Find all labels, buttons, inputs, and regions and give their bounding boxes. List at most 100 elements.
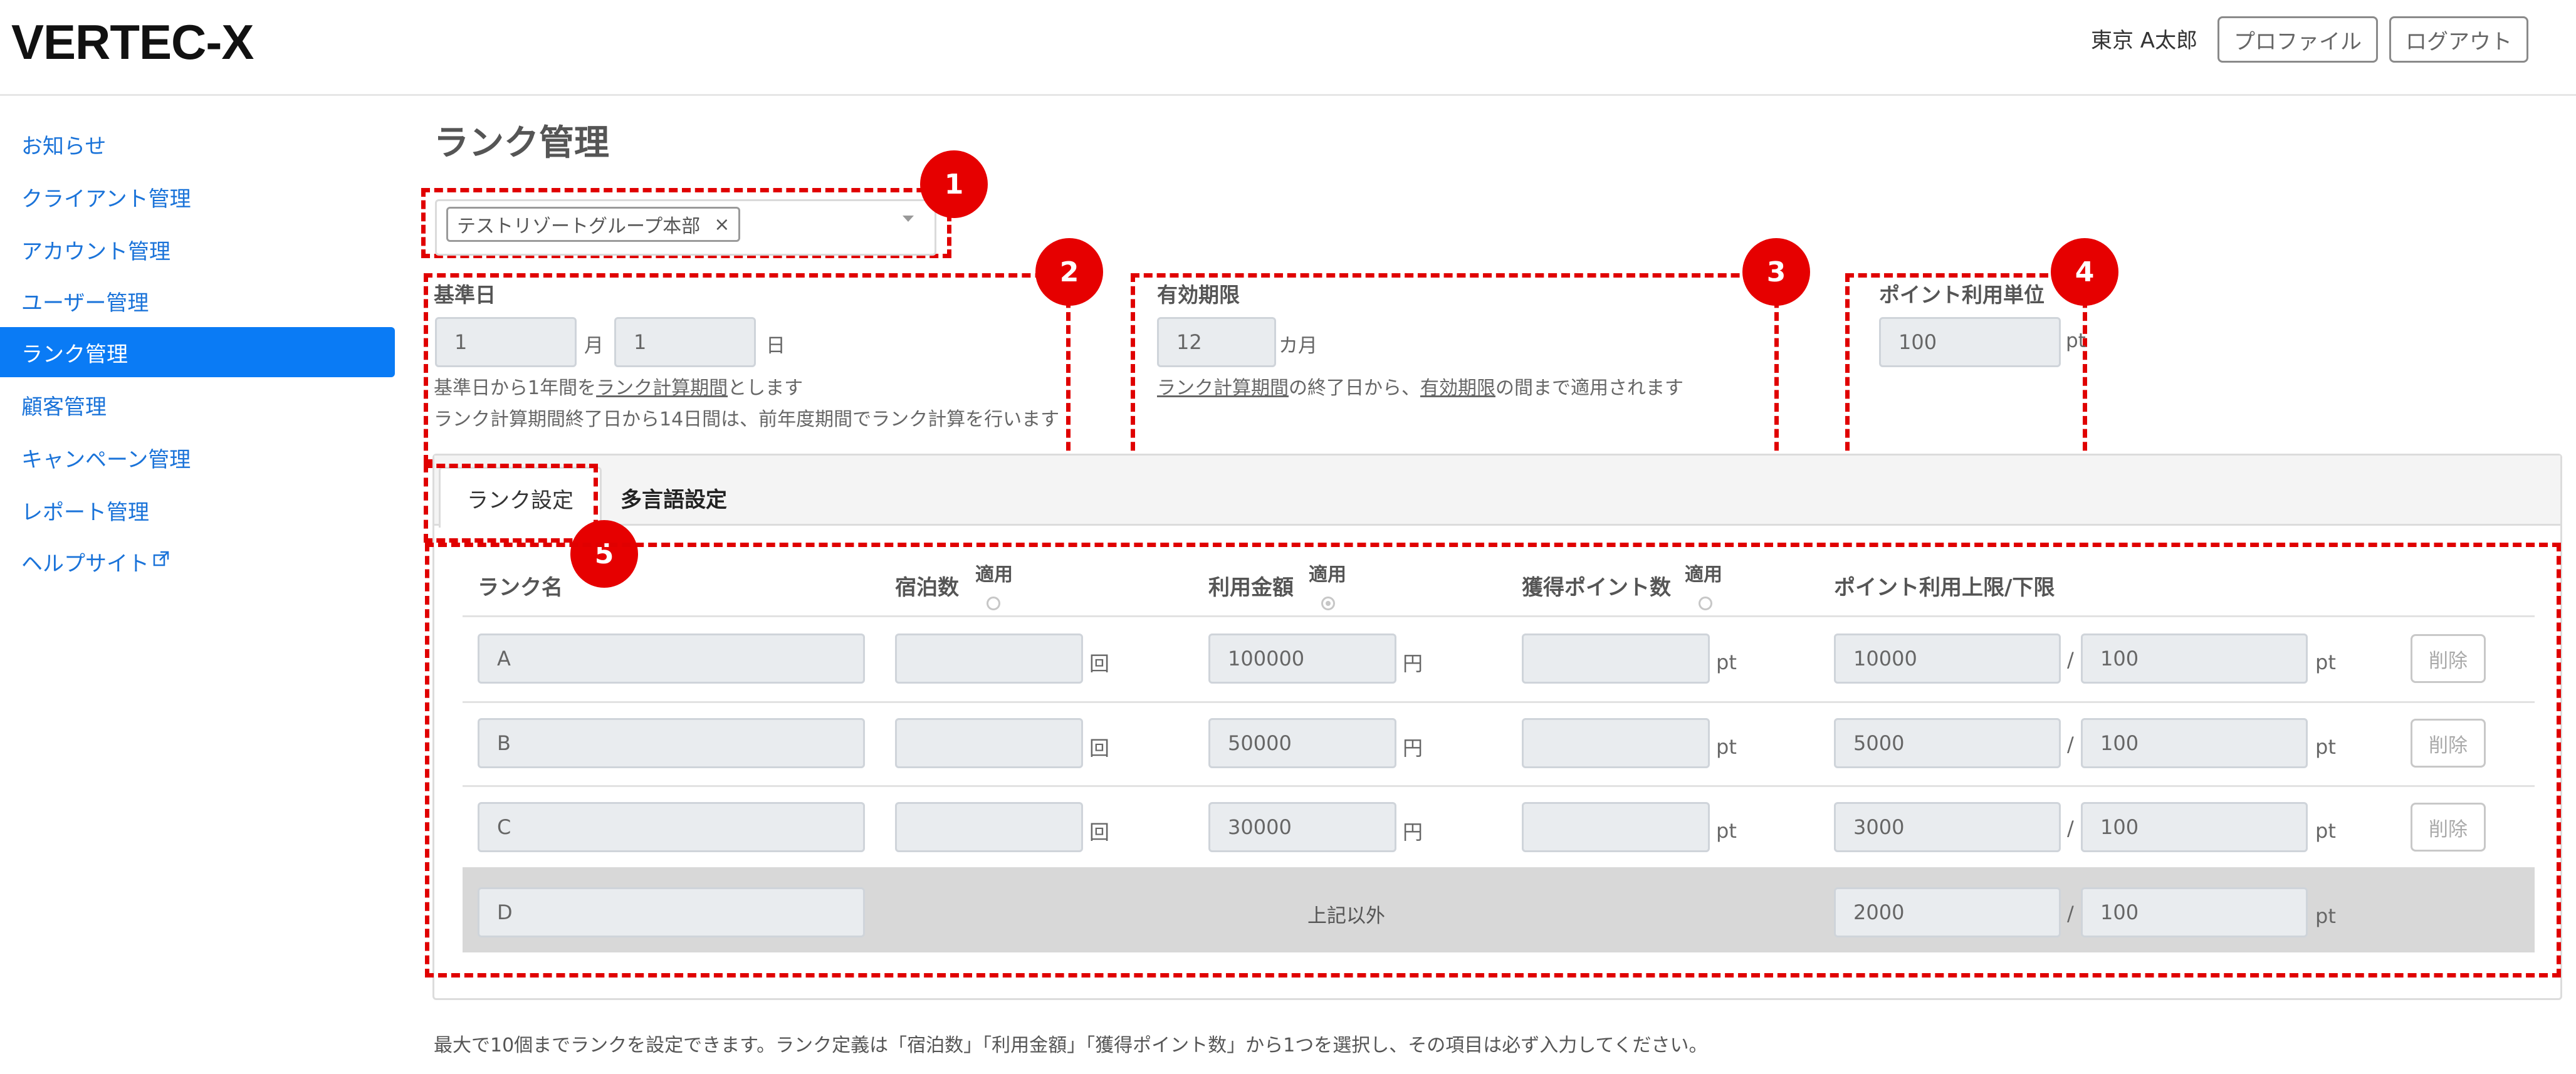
limit-separator: / [2067, 902, 2074, 925]
sidebar-item-label: ランク管理 [21, 341, 128, 367]
base-day-unit: 日 [766, 335, 785, 357]
limit-unit: pt [2315, 904, 2336, 928]
amount-input[interactable]: 30000 [1208, 802, 1396, 852]
sidebar-item-label: お知らせ [21, 133, 107, 159]
tab-strip [434, 456, 2560, 526]
delete-row-button[interactable]: 削除 [2411, 634, 2486, 683]
amount-unit: 円 [1403, 652, 1423, 675]
user-name: 東京 A太郎 [2091, 28, 2198, 53]
limit-upper-input[interactable]: 2000 [1834, 887, 2061, 937]
note-text: の間まで適用されます [1495, 377, 1683, 399]
annotation-badge-4: 4 [2051, 238, 2118, 306]
limit-lower-input[interactable]: 100 [2081, 802, 2308, 852]
point-unit-suffix: pt [2066, 330, 2086, 352]
selected-group-label: テストリゾートグループ本部 [457, 216, 701, 237]
sidebar-item-label: ヘルプサイト [21, 551, 149, 576]
chevron-down-icon[interactable] [903, 216, 914, 222]
header-divider [463, 615, 2535, 617]
limit-lower-input[interactable]: 100 [2081, 633, 2308, 684]
limit-upper-input[interactable]: 5000 [1834, 718, 2061, 768]
sidebar-item-account[interactable]: アカウント管理 [0, 224, 395, 274]
sidebar-item-label: アカウント管理 [21, 239, 170, 264]
base-date-label: 基準日 [434, 283, 496, 307]
sidebar-item-help[interactable]: ヘルプサイト [0, 536, 395, 587]
expiry-link[interactable]: 有効期限 [1420, 377, 1495, 399]
limit-upper-input[interactable]: 10000 [1834, 633, 2061, 684]
base-date-note-2: ランク計算期間終了日から14日間は、前年度期間でランク計算を行います [434, 409, 1060, 430]
apply-stays-label: 適用 [975, 564, 1013, 586]
limit-lower-input[interactable]: 100 [2081, 887, 2308, 937]
delete-row-button[interactable]: 削除 [2411, 803, 2486, 852]
sidebar-item-customer[interactable]: 顧客管理 [0, 380, 395, 430]
row-divider [463, 701, 2535, 703]
apply-stays-radio[interactable] [987, 597, 1000, 610]
rank-name-input[interactable]: B [478, 718, 865, 768]
points-input[interactable] [1522, 802, 1710, 852]
limit-lower-input[interactable]: 100 [2081, 718, 2308, 768]
points-unit: pt [1716, 735, 1737, 759]
stays-input[interactable] [895, 718, 1083, 768]
rank-period-link[interactable]: ランク計算期間 [596, 377, 728, 399]
apply-amount-label: 適用 [1309, 564, 1346, 586]
limit-unit: pt [2315, 735, 2336, 759]
column-stays: 宿泊数 [895, 575, 959, 600]
column-rank-name: ランク名 [478, 575, 563, 600]
expiry-months-input[interactable]: 12 [1157, 317, 1276, 367]
stays-unit: 回 [1089, 820, 1110, 844]
sidebar-item-campaign[interactable]: キャンペーン管理 [0, 432, 395, 482]
points-unit: pt [1716, 819, 1737, 843]
app-logo[interactable]: VERTEC-X [11, 14, 254, 71]
points-input[interactable] [1522, 633, 1710, 684]
rank-name-input[interactable]: C [478, 802, 865, 852]
sidebar-item-client[interactable]: クライアント管理 [0, 172, 395, 222]
base-day-input[interactable]: 1 [614, 317, 756, 367]
column-point-limit: ポイント利用上限/下限 [1834, 575, 2055, 600]
base-month-unit: 月 [584, 335, 604, 357]
sidebar-item-label: ユーザー管理 [21, 290, 149, 316]
annotation-box-5 [424, 464, 598, 543]
rank-period-link[interactable]: ランク計算期間 [1157, 377, 1289, 399]
limit-separator: / [2067, 733, 2074, 756]
sidebar-item-rank[interactable]: ランク管理 [0, 327, 395, 377]
points-input[interactable] [1522, 718, 1710, 768]
sidebar-item-label: 顧客管理 [21, 394, 107, 420]
annotation-box-2 [424, 273, 1071, 464]
tab-multilingual[interactable]: 多言語設定 [620, 482, 727, 513]
stays-unit: 回 [1089, 736, 1110, 760]
amount-input[interactable]: 100000 [1208, 633, 1396, 684]
expiry-note: ランク計算期間の終了日から、有効期限の間まで適用されます [1157, 372, 1683, 400]
stays-input[interactable] [895, 802, 1083, 852]
row-divider [463, 785, 2535, 787]
expiry-label: 有効期限 [1157, 283, 1240, 307]
rank-name-input[interactable]: A [478, 633, 865, 684]
sidebar-item-label: キャンペーン管理 [21, 447, 191, 472]
logout-button[interactable]: ログアウト [2389, 16, 2528, 63]
delete-row-button[interactable]: 削除 [2411, 719, 2486, 768]
rank-name-input[interactable]: D [478, 887, 865, 937]
annotation-badge-1: 1 [920, 150, 988, 218]
remove-tag-icon[interactable]: × [714, 214, 730, 236]
base-month-input[interactable]: 1 [435, 317, 577, 367]
limit-upper-input[interactable]: 3000 [1834, 802, 2061, 852]
sidebar-item-report[interactable]: レポート管理 [0, 485, 395, 535]
selected-group-tag[interactable]: テストリゾートグループ本部 × [446, 207, 741, 242]
stays-unit: 回 [1089, 652, 1110, 675]
point-unit-input[interactable]: 100 [1879, 317, 2061, 367]
expiry-unit: カ月 [1279, 335, 1317, 357]
profile-button[interactable]: プロファイル [2217, 16, 2378, 63]
points-unit: pt [1716, 650, 1737, 674]
column-points: 獲得ポイント数 [1522, 575, 1671, 600]
page-title: ランク管理 [434, 123, 609, 164]
amount-input[interactable]: 50000 [1208, 718, 1396, 768]
apply-amount-radio[interactable] [1321, 597, 1335, 610]
column-amount: 利用金額 [1208, 575, 1294, 600]
sidebar-item-user[interactable]: ユーザー管理 [0, 276, 395, 326]
stays-input[interactable] [895, 633, 1083, 684]
point-unit-label: ポイント利用単位 [1879, 283, 2045, 307]
other-than-above-label: 上記以外 [1307, 905, 1385, 927]
apply-points-radio[interactable] [1699, 597, 1712, 610]
rank-limit-note: 最大で10個までランクを設定できます。ランク定義は「宿泊数」「利用金額」「獲得ポ… [434, 1035, 1708, 1056]
limit-separator: / [2067, 648, 2074, 672]
limit-unit: pt [2315, 650, 2336, 674]
sidebar-item-news[interactable]: お知らせ [0, 119, 395, 169]
